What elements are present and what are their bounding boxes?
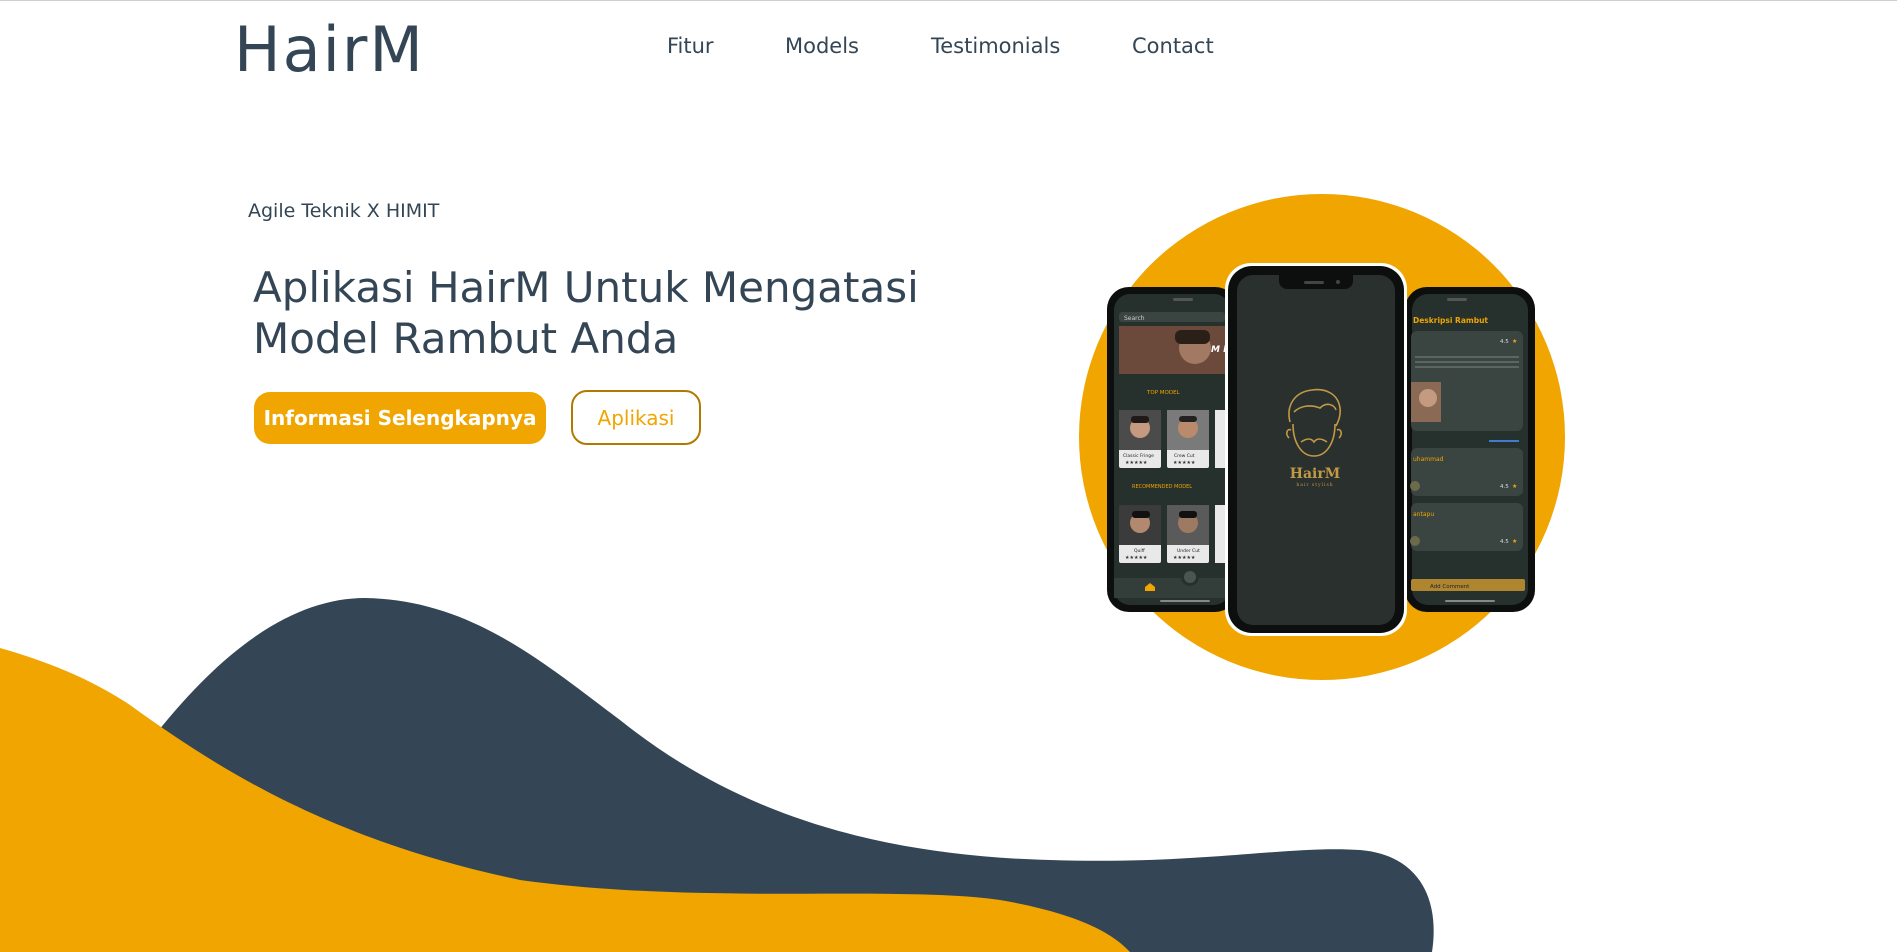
more-info-button[interactable]: Informasi Selengkapnya bbox=[254, 392, 546, 444]
svg-text:★★★★★: ★★★★★ bbox=[1173, 555, 1196, 561]
phone-left: Search M haj TOP MODEL Classic Fringe ★★… bbox=[1107, 287, 1240, 612]
nav-models[interactable]: Models bbox=[785, 34, 859, 58]
phone-right: Deskripsi Rambut 4.5 ★ uhammad 4.5 ★ ant… bbox=[1405, 287, 1535, 612]
app-name: HairM bbox=[1290, 466, 1341, 482]
comment-2-name: antapu bbox=[1413, 511, 1434, 518]
comment-1-name: uhammad bbox=[1413, 456, 1444, 463]
app-tagline: hair stylish bbox=[1296, 482, 1333, 488]
recommended-label: RECOMMENDED MODEL bbox=[1132, 484, 1192, 490]
svg-text:★: ★ bbox=[1512, 483, 1517, 490]
search-label: Search bbox=[1124, 315, 1145, 322]
hero-title: Aplikasi HairM Untuk Mengatasi Model Ram… bbox=[253, 263, 919, 363]
svg-text:★: ★ bbox=[1512, 338, 1517, 345]
svg-text:★★★★★: ★★★★★ bbox=[1125, 460, 1148, 466]
svg-text:★: ★ bbox=[1512, 538, 1517, 545]
hero-subtitle: Agile Teknik X HIMIT bbox=[248, 200, 440, 222]
comment-1-rating: 4.5 bbox=[1500, 484, 1509, 490]
nav-testimonials[interactable]: Testimonials bbox=[931, 34, 1060, 58]
description-rating: 4.5 bbox=[1500, 339, 1509, 345]
comment-2-rating: 4.5 bbox=[1500, 539, 1509, 545]
app-button[interactable]: Aplikasi bbox=[571, 390, 701, 445]
top-model-label: TOP MODEL bbox=[1146, 390, 1181, 396]
nav-fitur[interactable]: Fitur bbox=[667, 34, 714, 58]
svg-text:★★★★★: ★★★★★ bbox=[1125, 555, 1148, 561]
top-model-2: Crew Cut bbox=[1174, 453, 1195, 459]
add-comment-label: Add Comment bbox=[1430, 584, 1470, 590]
camera-icon bbox=[1184, 571, 1196, 583]
recommended-model-2: Under Cut bbox=[1177, 548, 1200, 554]
nav-contact[interactable]: Contact bbox=[1132, 34, 1214, 58]
svg-text:★★★★★: ★★★★★ bbox=[1173, 460, 1196, 466]
background-waves bbox=[0, 598, 1434, 952]
recommended-model-1: Quiff bbox=[1134, 548, 1146, 554]
top-model-1: Classic Fringe bbox=[1123, 453, 1154, 459]
phones-illustration: Search M haj TOP MODEL Classic Fringe ★★… bbox=[1079, 194, 1565, 680]
description-header: Deskripsi Rambut bbox=[1413, 316, 1488, 325]
main-nav: Fitur Models Testimonials Contact bbox=[0, 34, 1897, 64]
phone-center: HairM hair stylish bbox=[1225, 263, 1407, 636]
